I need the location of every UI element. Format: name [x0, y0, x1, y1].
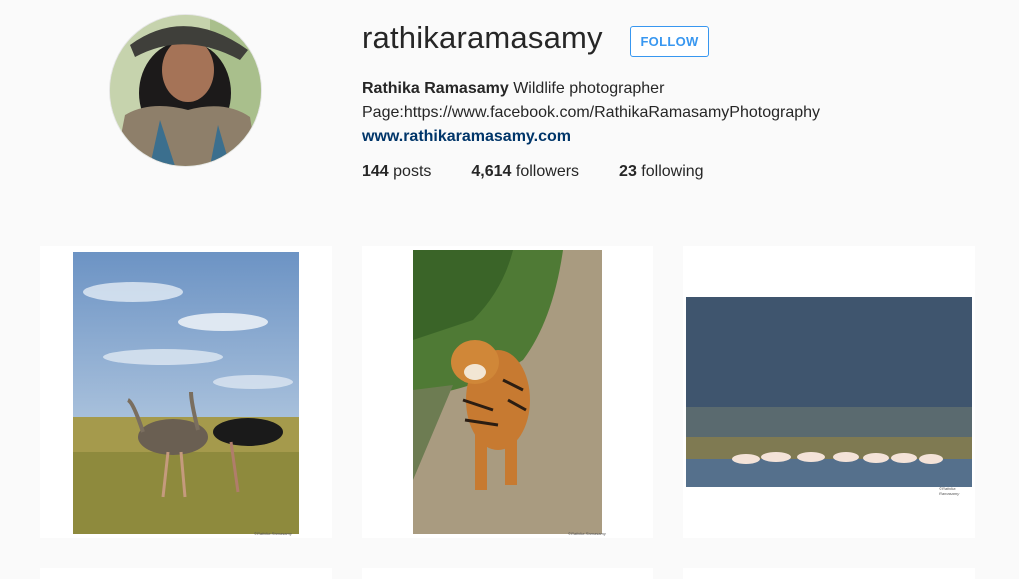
- post-tile-pelicans[interactable]: ©Rathika Ramasamy: [683, 246, 975, 538]
- bio-text: Wildlife photographer: [513, 80, 665, 97]
- followers-stat[interactable]: 4,614 followers: [471, 163, 579, 181]
- photo-credit: ©Rathika Ramasamy: [254, 531, 292, 536]
- photo-credit: ©Rathika Ramasamy: [939, 486, 960, 496]
- post-tile-tiger[interactable]: ©Rathika Ramasamy: [362, 246, 653, 538]
- posts-stat: 144 posts: [362, 163, 431, 181]
- post-tile-ostriches[interactable]: ©Rathika Ramasamy: [40, 246, 332, 538]
- following-count: 23: [619, 163, 637, 180]
- profile-bio: Rathika Ramasamy Wildlife photographer P…: [362, 77, 820, 149]
- profile-avatar[interactable]: [110, 15, 261, 166]
- posts-count: 144: [362, 163, 389, 180]
- posts-label: posts: [393, 163, 432, 180]
- photo-credit: ©Rathika Ramasamy: [568, 531, 606, 536]
- follow-button[interactable]: FOLLOW: [630, 26, 709, 57]
- following-stat[interactable]: 23 following: [619, 163, 704, 181]
- profile-full-name: Rathika Ramasamy: [362, 80, 509, 97]
- avatar-photo: [110, 15, 261, 166]
- post-tile[interactable]: [40, 568, 332, 579]
- post-tile[interactable]: [683, 568, 975, 579]
- website-link[interactable]: www.rathikaramasamy.com: [362, 125, 820, 149]
- following-label: following: [641, 163, 704, 180]
- ostrich-photo: [73, 252, 299, 534]
- profile-stats: 144 posts 4,614 followers 23 following: [362, 163, 744, 181]
- bio-page: Page:https://www.facebook.com/RathikaRam…: [362, 104, 821, 121]
- pelican-photo: [686, 297, 972, 487]
- followers-label: followers: [515, 163, 580, 180]
- followers-count: 4,614: [471, 163, 512, 180]
- tiger-photo: [413, 250, 602, 534]
- post-tile[interactable]: [362, 568, 653, 579]
- profile-username: rathikaramasamy: [362, 20, 603, 55]
- bio-line-1: Rathika Ramasamy Wildlife photographer: [362, 77, 820, 101]
